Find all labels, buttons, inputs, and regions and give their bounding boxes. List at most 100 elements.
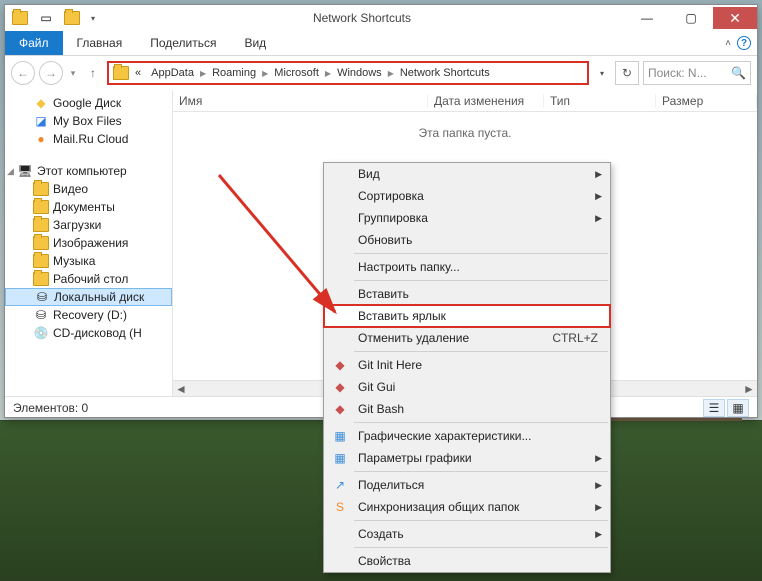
submenu-arrow-icon: ▶ — [595, 453, 602, 464]
tree-pictures[interactable]: Изображения — [5, 234, 172, 252]
menu-separator — [354, 422, 608, 423]
qat-folder-icon[interactable] — [9, 8, 31, 28]
tree-recovery-d[interactable]: ⛁Recovery (D:) — [5, 306, 172, 324]
folder-icon — [33, 235, 49, 251]
maximize-button[interactable]: ▢ — [669, 7, 713, 29]
menu-item-label: Вставить ярлык — [358, 309, 446, 323]
menu-item-label: Git Gui — [358, 380, 395, 394]
chevron-right-icon[interactable]: ▶ — [388, 69, 394, 78]
col-modified[interactable]: Дата изменения — [428, 94, 544, 108]
tree-box-files[interactable]: ◪My Box Files — [5, 112, 172, 130]
menu-item-параметры-графики[interactable]: ▦ Параметры графики ▶ — [324, 447, 610, 469]
menu-item-git-bash[interactable]: ◆Git Bash — [324, 398, 610, 420]
submenu-arrow-icon: ▶ — [595, 169, 602, 180]
scroll-left-icon[interactable]: ◄ — [173, 382, 189, 396]
ribbon-collapse-icon[interactable]: ˄ — [725, 38, 731, 49]
qat-new-folder-icon[interactable] — [61, 8, 83, 28]
back-button[interactable]: ← — [11, 61, 35, 85]
tree-downloads[interactable]: Загрузки — [5, 216, 172, 234]
mailru-icon: ● — [33, 131, 49, 147]
qat-properties-icon[interactable]: ▭ — [35, 8, 57, 28]
submenu-arrow-icon: ▶ — [595, 502, 602, 513]
tree-music[interactable]: Музыка — [5, 252, 172, 270]
address-bar[interactable]: « AppData▶ Roaming▶ Microsoft▶ Windows▶ … — [107, 61, 589, 85]
recent-dropdown[interactable]: ▾ — [67, 68, 79, 79]
tree-cd-drive[interactable]: 💿CD-дисковод (H — [5, 324, 172, 342]
menu-item-label: Сортировка — [358, 189, 424, 203]
menu-item-label: Вид — [358, 167, 380, 181]
drive-icon: ◆ — [33, 95, 49, 111]
menu-separator — [354, 280, 608, 281]
menu-item-графические-характеристики-[interactable]: ▦Графические характеристики... — [324, 425, 610, 447]
search-input[interactable]: Поиск: N... 🔍 — [643, 61, 751, 85]
view-details-button[interactable]: ☰ — [703, 399, 725, 417]
menu-item-создать[interactable]: Создать▶ — [324, 523, 610, 545]
close-button[interactable]: ✕ — [713, 7, 757, 29]
breadcrumb-appdata[interactable]: AppData — [147, 67, 198, 79]
nav-tree[interactable]: ◆Google Диск ◪My Box Files ●Mail.Ru Clou… — [5, 90, 173, 396]
menu-item-синхронизация-общих-папок[interactable]: SСинхронизация общих папок▶ — [324, 496, 610, 518]
window-title: Network Shortcuts — [99, 11, 625, 25]
file-tab[interactable]: Файл — [5, 31, 63, 55]
collapse-icon[interactable]: ◢ — [7, 166, 17, 177]
folder-icon — [113, 66, 129, 80]
qat-dropdown[interactable]: ▾ — [87, 8, 99, 28]
forward-button[interactable]: → — [39, 61, 63, 85]
menu-item-label: Параметры графики — [358, 451, 472, 465]
menu-item-обновить[interactable]: Обновить — [324, 229, 610, 251]
menu-item-группировка[interactable]: Группировка▶ — [324, 207, 610, 229]
breadcrumb-microsoft[interactable]: Microsoft — [270, 67, 323, 79]
tree-documents[interactable]: Документы — [5, 198, 172, 216]
menu-item-отменить-удаление[interactable]: Отменить удалениеCTRL+Z — [324, 327, 610, 349]
tab-share[interactable]: Поделиться — [136, 31, 230, 55]
breadcrumb-windows[interactable]: Windows — [333, 67, 386, 79]
col-name[interactable]: Имя — [173, 94, 428, 108]
menu-item-свойства[interactable]: Свойства — [324, 550, 610, 572]
sync-icon: S — [332, 499, 348, 515]
menu-item-git-init-here[interactable]: ◆Git Init Here — [324, 354, 610, 376]
menu-item-label: Настроить папку... — [358, 260, 460, 274]
menu-item-настроить-папку-[interactable]: Настроить папку... — [324, 256, 610, 278]
tree-videos[interactable]: Видео — [5, 180, 172, 198]
breadcrumb-roaming[interactable]: Roaming — [208, 67, 260, 79]
folder-icon — [33, 199, 49, 215]
tree-desktop[interactable]: Рабочий стол — [5, 270, 172, 288]
folder-icon — [33, 253, 49, 269]
scroll-right-icon[interactable]: ► — [741, 382, 757, 396]
menu-separator — [354, 520, 608, 521]
submenu-arrow-icon: ▶ — [595, 529, 602, 540]
col-type[interactable]: Тип — [544, 94, 656, 108]
menu-item-label: Git Init Here — [358, 358, 422, 372]
address-dropdown[interactable]: ▾ — [593, 69, 611, 78]
tree-this-pc[interactable]: ◢🖥Этот компьютер — [5, 162, 172, 180]
chevron-right-icon[interactable]: ▶ — [200, 69, 206, 78]
up-button[interactable]: ↑ — [83, 66, 103, 80]
tree-local-disk[interactable]: ⛁Локальный диск — [5, 288, 172, 306]
chevron-right-icon[interactable]: ▶ — [262, 69, 268, 78]
refresh-button[interactable]: ↻ — [615, 61, 639, 85]
menu-item-вид[interactable]: Вид ▶ — [324, 163, 610, 185]
chevron-right-icon[interactable]: ▶ — [325, 69, 331, 78]
drive-icon: ⛁ — [33, 307, 49, 323]
menu-item-вставить[interactable]: Вставить — [324, 283, 610, 305]
menu-separator — [354, 253, 608, 254]
menu-item-вставить-ярлык[interactable]: Вставить ярлык — [324, 305, 610, 327]
tab-view[interactable]: Вид — [230, 31, 280, 55]
status-item-count: Элементов: 0 — [13, 401, 88, 415]
tree-google-drive[interactable]: ◆Google Диск — [5, 94, 172, 112]
menu-separator — [354, 351, 608, 352]
intel-icon: ▦ — [332, 450, 348, 466]
minimize-button[interactable]: — — [625, 7, 669, 29]
search-placeholder: Поиск: N... — [648, 66, 707, 80]
col-size[interactable]: Размер — [656, 94, 757, 108]
help-icon[interactable]: ? — [737, 36, 751, 50]
menu-item-сортировка[interactable]: Сортировка▶ — [324, 185, 610, 207]
column-headers: Имя Дата изменения Тип Размер — [173, 90, 757, 112]
menu-item-label: Поделиться — [358, 478, 424, 492]
tree-mailru-cloud[interactable]: ●Mail.Ru Cloud — [5, 130, 172, 148]
menu-item-git-gui[interactable]: ◆Git Gui — [324, 376, 610, 398]
menu-item-поделиться[interactable]: ↗Поделиться▶ — [324, 474, 610, 496]
tab-home[interactable]: Главная — [63, 31, 137, 55]
breadcrumb-network-shortcuts[interactable]: Network Shortcuts — [396, 67, 494, 79]
view-icons-button[interactable]: ▦ — [727, 399, 749, 417]
